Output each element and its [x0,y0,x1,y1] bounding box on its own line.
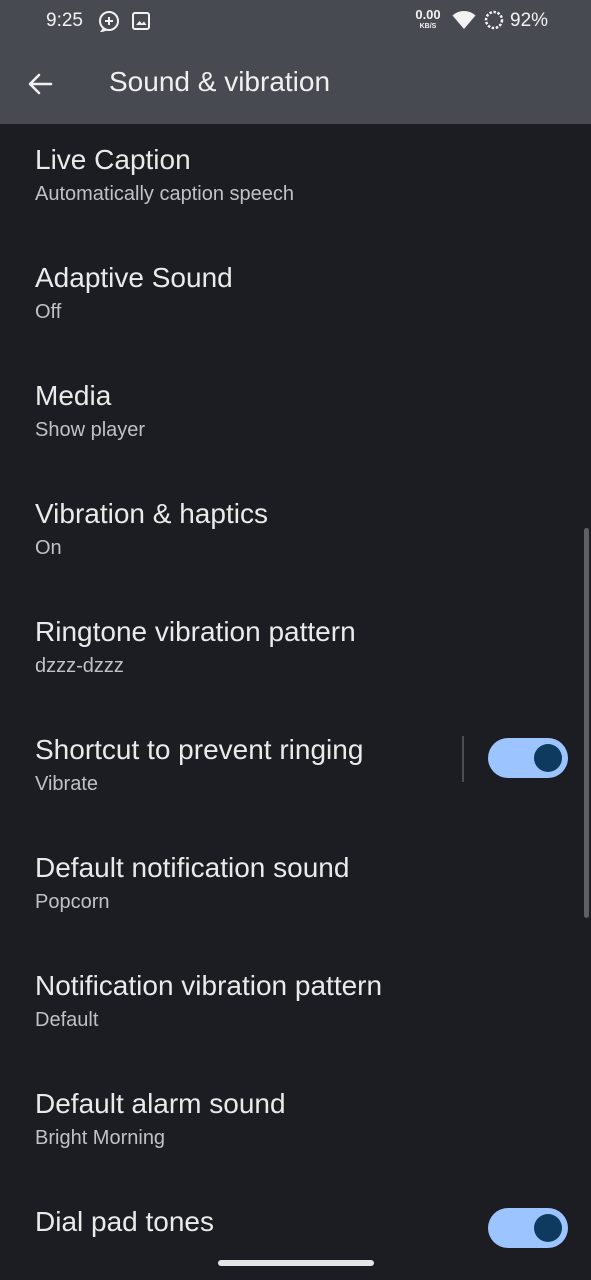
page-title: Sound & vibration [109,66,331,97]
gesture-navigation-bar[interactable] [218,1260,374,1266]
back-button[interactable] [16,60,64,108]
setting-adaptive-sound[interactable]: Adaptive Sound Off [0,242,591,360]
setting-summary: Bright Morning [35,1127,166,1149]
setting-notification-vibration-pattern[interactable]: Notification vibration pattern Default [0,950,591,1068]
image-icon [130,10,152,32]
setting-ringtone-vibration-pattern[interactable]: Ringtone vibration pattern dzzz-dzzz [0,596,591,714]
setting-shortcut-prevent-ringing[interactable]: Shortcut to prevent ringing Vibrate [0,714,591,832]
toggle-thumb [534,744,562,772]
settings-list: Live Caption Automatically caption speec… [0,124,591,1280]
network-speed-unit: KB/S [419,23,437,30]
top-bar: 9:25 0.00 KB/S 92% Sound & vibration [0,0,591,124]
setting-title: Media [35,380,112,411]
setting-title: Vibration & haptics [35,498,268,529]
setting-default-alarm-sound[interactable]: Default alarm sound Bright Morning [0,1068,591,1186]
scrollbar[interactable] [584,528,589,918]
battery-percent: 92% [510,10,549,31]
setting-title: Adaptive Sound [35,262,233,293]
arrow-left-icon [28,73,53,95]
toggle-divider [462,736,464,782]
setting-summary: Popcorn [35,891,110,913]
settings-screen: 9:25 0.00 KB/S 92% Sound & vibration Liv… [0,0,591,1280]
setting-summary: Automatically caption speech [35,183,295,205]
prevent-ringing-toggle[interactable] [488,738,568,778]
setting-summary: Show player [35,419,146,441]
setting-title: Default notification sound [35,852,350,883]
network-speed-value: 0.00 [415,7,441,22]
network-speed: 0.00 KB/S [410,8,446,30]
dial-pad-tones-toggle[interactable] [488,1208,568,1248]
status-bar: 9:25 0.00 KB/S 92% [0,0,591,44]
setting-summary: dzzz-dzzz [35,655,124,677]
setting-summary: Default [35,1009,99,1031]
setting-vibration-haptics[interactable]: Vibration & haptics On [0,478,591,596]
setting-summary: Off [35,301,62,323]
app-bar: Sound & vibration [0,44,591,124]
battery-ring-icon [484,10,504,30]
setting-default-notification-sound[interactable]: Default notification sound Popcorn [0,832,591,950]
wifi-icon [452,10,476,30]
setting-title: Notification vibration pattern [35,970,383,1001]
setting-summary: On [35,537,62,559]
setting-media[interactable]: Media Show player [0,360,591,478]
setting-title: Ringtone vibration pattern [35,616,356,647]
setting-live-caption[interactable]: Live Caption Automatically caption speec… [0,124,591,242]
setting-title: Default alarm sound [35,1088,286,1119]
toggle-thumb [534,1214,562,1242]
status-time: 9:25 [46,10,83,31]
assistant-plus-icon [98,10,120,33]
setting-title: Live Caption [35,144,191,175]
